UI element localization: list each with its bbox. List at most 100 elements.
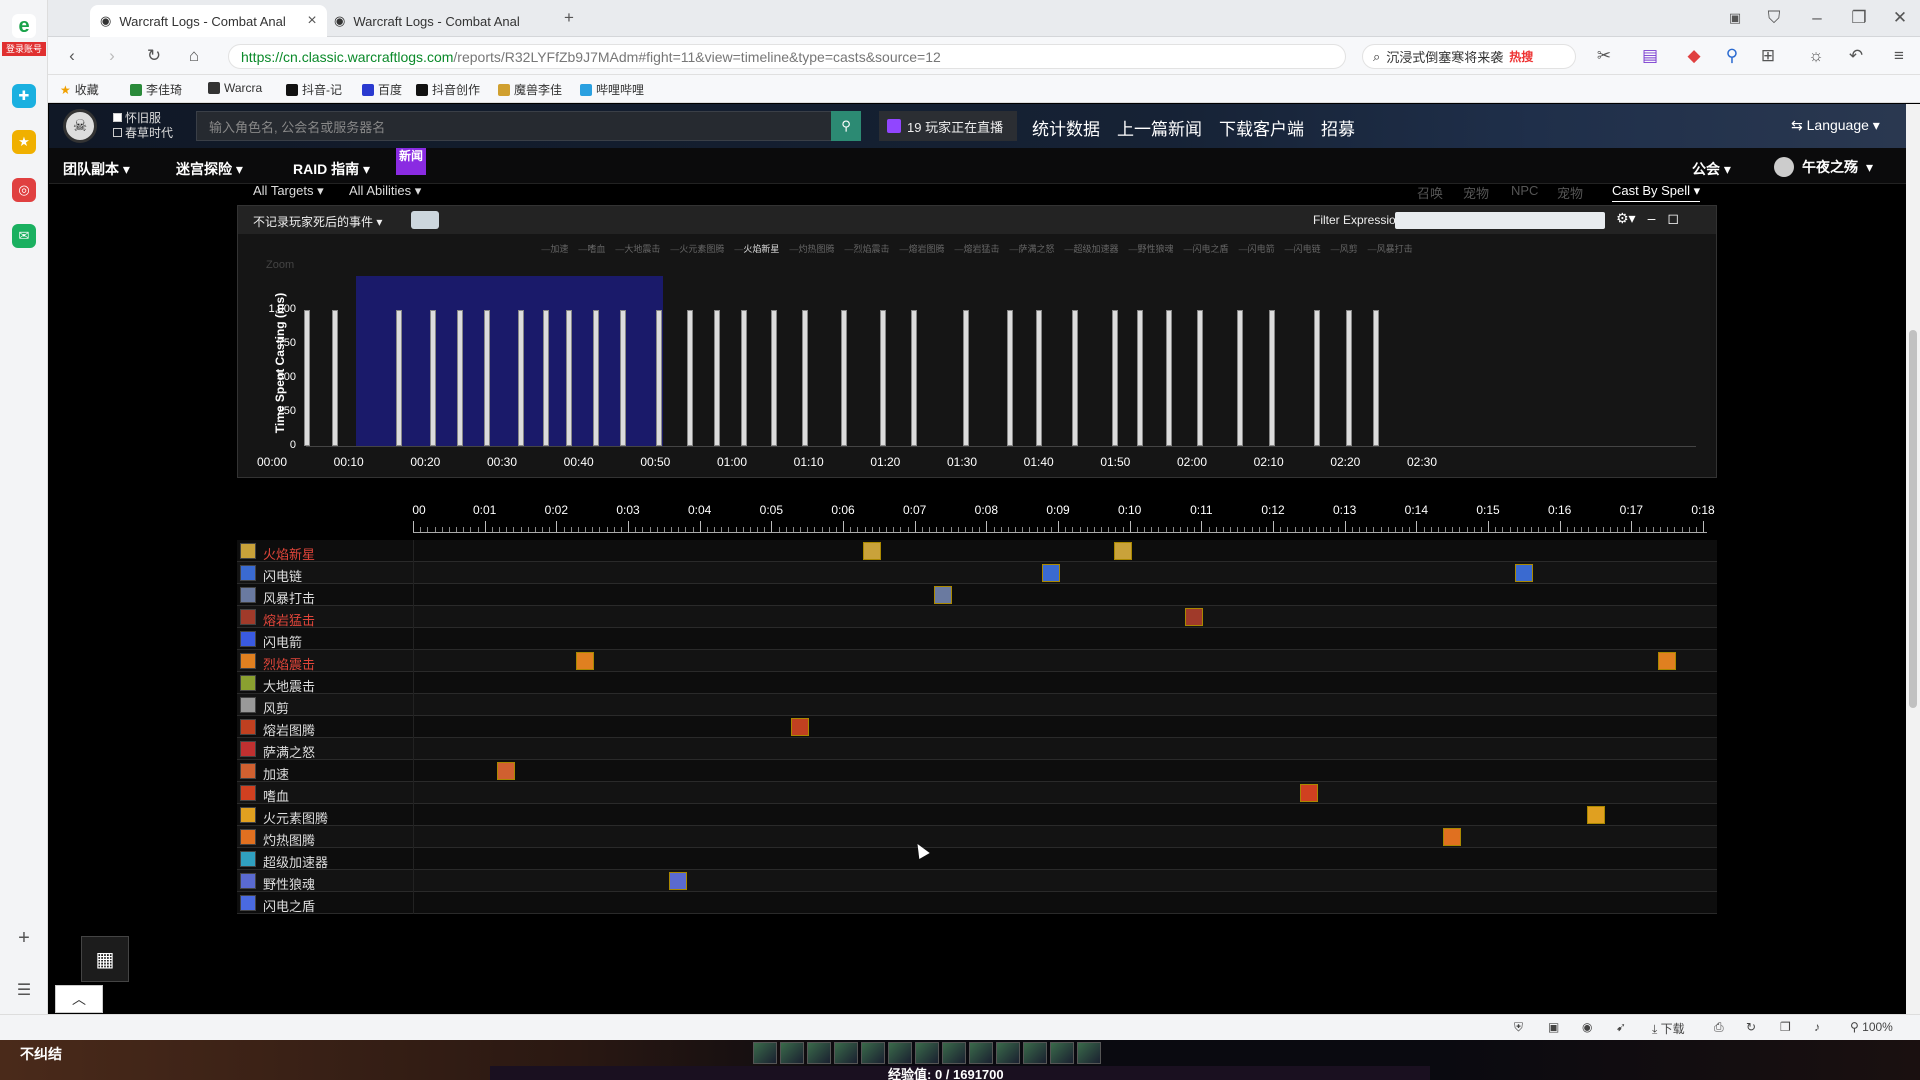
- browser-search-input[interactable]: ⌕ 沉浸式倒塞寒将来袭 热搜: [1362, 44, 1576, 69]
- restore-icon[interactable]: ❐: [1847, 6, 1871, 30]
- legend-item[interactable]: 嗜血: [578, 244, 605, 254]
- chart-bar[interactable]: [542, 310, 549, 446]
- chart-bar[interactable]: [518, 310, 525, 446]
- legend-item[interactable]: 闪电箭: [1239, 244, 1275, 254]
- legend-item[interactable]: 野性狼魂: [1129, 244, 1174, 254]
- spell-name[interactable]: 熔岩猛击: [263, 610, 315, 629]
- twitch-live-button[interactable]: 19 玩家正在直播: [879, 111, 1017, 141]
- spell-name[interactable]: 嗜血: [263, 786, 289, 805]
- rocket-icon[interactable]: ➹: [1616, 1020, 1626, 1034]
- death-filter-dropdown[interactable]: 不记录玩家死后的事件 ▾: [253, 213, 382, 230]
- spell-name[interactable]: 大地震击: [263, 676, 315, 695]
- nav-statistics[interactable]: 统计数据: [1032, 115, 1100, 140]
- filter-expression-input[interactable]: [1395, 212, 1605, 229]
- menu-raids[interactable]: 团队副本 ▾: [63, 159, 130, 179]
- chart-bar[interactable]: [1166, 310, 1172, 446]
- page-scrollbar[interactable]: [1906, 104, 1920, 1014]
- chart-bar[interactable]: [1071, 310, 1078, 446]
- sidebar-weibo-icon[interactable]: ◎: [12, 178, 36, 202]
- maximize-icon[interactable]: ◻: [1667, 210, 1679, 227]
- legend-item[interactable]: 烈焰震击: [844, 244, 889, 254]
- legend-item[interactable]: 超级加速器: [1065, 244, 1119, 254]
- chart-bar[interactable]: [713, 310, 720, 446]
- cast-marker-icon[interactable]: [862, 542, 881, 560]
- spell-name[interactable]: 萨满之怒: [263, 742, 315, 761]
- spell-name[interactable]: 风暴打击: [263, 588, 315, 607]
- chart-bar[interactable]: [740, 310, 747, 446]
- spell-name[interactable]: 超级加速器: [263, 852, 328, 871]
- reload-icon[interactable]: ↻: [142, 44, 166, 68]
- back-icon[interactable]: ‹: [60, 44, 84, 68]
- legend-item[interactable]: 火焰新星: [734, 244, 779, 254]
- legend-item[interactable]: 风暴打击: [1368, 244, 1413, 254]
- minimize-icon[interactable]: –: [1648, 210, 1656, 227]
- legend-item[interactable]: 萨满之怒: [1010, 244, 1055, 254]
- spell-name[interactable]: 野性狼魂: [263, 874, 315, 893]
- chart-bar[interactable]: [1373, 310, 1379, 446]
- shield-icon[interactable]: ⛨: [1514, 1020, 1523, 1035]
- bookmark-2[interactable]: Warcra: [208, 81, 262, 95]
- chart-bar[interactable]: [430, 310, 436, 446]
- guild-dropdown[interactable]: 公会 ▾: [1692, 159, 1731, 179]
- cut-icon[interactable]: ✂: [1592, 44, 1616, 68]
- cast-marker-icon[interactable]: [1113, 542, 1132, 560]
- theme-icon[interactable]: ☼: [1804, 44, 1828, 68]
- spell-name[interactable]: 闪电箭: [263, 632, 302, 651]
- cast-marker-icon[interactable]: [791, 718, 809, 736]
- spell-name[interactable]: 火元素图腾: [263, 808, 328, 827]
- legend-item[interactable]: 灼热图腾: [789, 244, 834, 254]
- printer-icon[interactable]: ⎙: [1714, 1020, 1724, 1035]
- spell-name[interactable]: 风剪: [263, 698, 289, 717]
- login-badge[interactable]: 登录账号: [2, 42, 46, 56]
- new-badge[interactable]: 新闻: [396, 148, 426, 175]
- chart-bar[interactable]: [566, 310, 573, 446]
- chart-bar[interactable]: [592, 310, 599, 446]
- bookmark-6[interactable]: 魔兽李佳: [498, 81, 562, 98]
- eye-icon[interactable]: ◉: [1582, 1020, 1592, 1034]
- user-dropdown[interactable]: 午夜之殇 ▾: [1774, 157, 1873, 177]
- bookmark-7[interactable]: 哔哩哔哩: [580, 81, 644, 98]
- menu-raid-guide[interactable]: RAID 指南 ▾: [293, 159, 370, 179]
- nav-recruit[interactable]: 招募: [1321, 115, 1355, 140]
- spell-name[interactable]: 熔岩图腾: [263, 720, 315, 739]
- bookmark-favorites[interactable]: ★ 收藏: [60, 81, 99, 98]
- legend-item[interactable]: 风剪: [1331, 244, 1358, 254]
- chart-bar[interactable]: [656, 310, 663, 446]
- scroll-top-button[interactable]: ︿: [55, 985, 103, 1013]
- chart-bar[interactable]: [331, 310, 338, 446]
- targets-dropdown[interactable]: All Targets ▾: [253, 183, 324, 199]
- site-search-button[interactable]: ⚲: [831, 111, 861, 141]
- chart-bar[interactable]: [395, 310, 402, 446]
- close-tab-icon[interactable]: ×: [307, 12, 316, 30]
- spell-name[interactable]: 灼热图腾: [263, 830, 315, 849]
- close-window-icon[interactable]: ✕: [1888, 6, 1912, 30]
- cast-marker-icon[interactable]: [497, 762, 516, 780]
- chart-bar[interactable]: [771, 310, 778, 446]
- chart-bar[interactable]: [1237, 310, 1244, 446]
- nav-download[interactable]: 下载客户端: [1219, 115, 1304, 140]
- abilities-dropdown[interactable]: All Abilities ▾: [349, 183, 421, 199]
- legend-item[interactable]: 加速: [541, 244, 568, 254]
- legend-item[interactable]: 熔岩猛击: [954, 244, 999, 254]
- filter-pets-2[interactable]: 宠物: [1557, 183, 1583, 202]
- menu-icon[interactable]: ≡: [1887, 44, 1911, 68]
- menu-dungeons[interactable]: 迷宫探险 ▾: [176, 159, 243, 179]
- spell-name[interactable]: 闪电之盾: [263, 896, 315, 915]
- chart-selection[interactable]: [356, 276, 663, 446]
- chart-bar[interactable]: [880, 310, 887, 446]
- minimize-icon[interactable]: –: [1805, 6, 1829, 30]
- chart-bar[interactable]: [962, 310, 969, 446]
- filter-npc[interactable]: NPC: [1511, 183, 1538, 198]
- apps-grid-icon[interactable]: ⊞: [1756, 44, 1780, 68]
- home-icon[interactable]: ⌂: [182, 44, 206, 68]
- chart-bar[interactable]: [686, 310, 693, 446]
- sidebar-app-icon[interactable]: ✚: [12, 84, 36, 108]
- bookmark-1[interactable]: 李佳琦: [130, 81, 182, 98]
- chart-bar[interactable]: [303, 310, 310, 446]
- download-button[interactable]: ⤓ 下载: [1652, 1020, 1685, 1037]
- nav-news[interactable]: 上一篇新闻: [1117, 115, 1202, 140]
- cast-marker-icon[interactable]: [576, 652, 594, 670]
- shirt-icon[interactable]: ⛉: [1762, 6, 1786, 30]
- scrollbar-thumb[interactable]: [1909, 330, 1917, 708]
- chart-bar[interactable]: [1196, 310, 1203, 446]
